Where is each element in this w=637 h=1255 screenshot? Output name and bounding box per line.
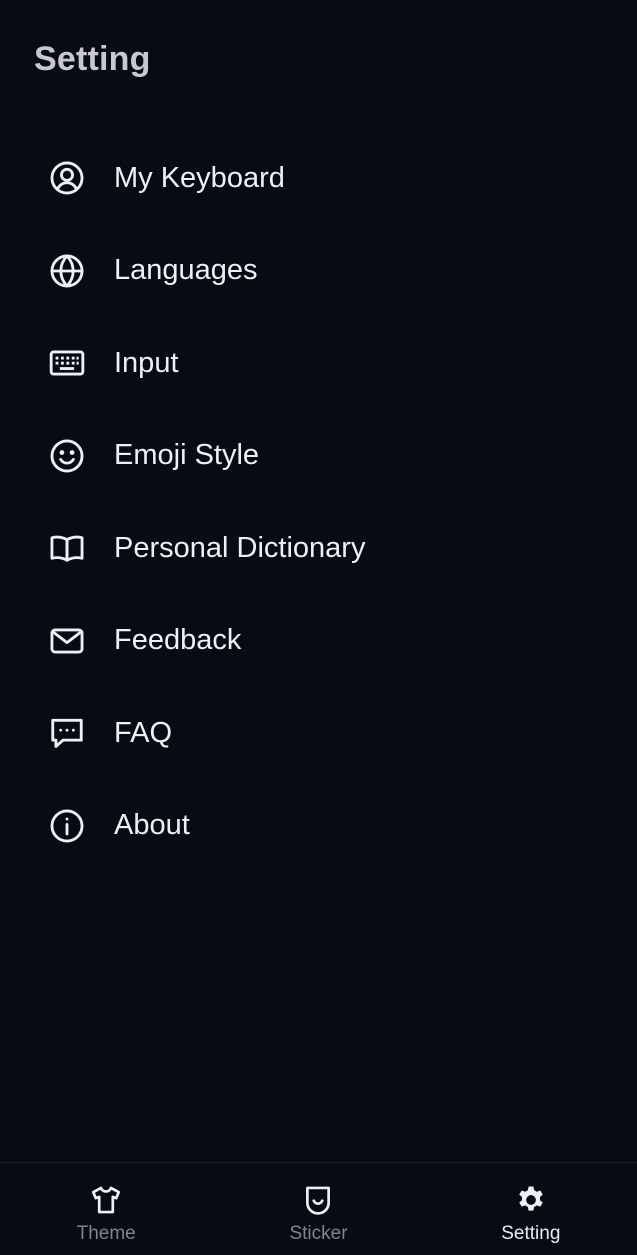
menu-item-about[interactable]: About [0, 780, 637, 873]
user-circle-icon [48, 159, 86, 197]
menu-label: Languages [114, 254, 258, 287]
chat-bubble-icon [48, 714, 86, 752]
menu-item-feedback[interactable]: Feedback [0, 595, 637, 688]
menu-item-faq[interactable]: FAQ [0, 687, 637, 780]
book-icon [48, 529, 86, 567]
envelope-icon [48, 622, 86, 660]
settings-menu: My Keyboard Languages Input Emoji Style … [0, 132, 637, 872]
keyboard-icon [48, 344, 86, 382]
tab-setting[interactable]: Setting [425, 1163, 637, 1255]
menu-item-input[interactable]: Input [0, 317, 637, 410]
tab-label: Setting [501, 1223, 561, 1244]
sticker-icon [301, 1183, 335, 1217]
tab-label: Theme [76, 1223, 136, 1244]
smiley-icon [48, 437, 86, 475]
gear-icon [514, 1183, 548, 1217]
menu-item-emoji-style[interactable]: Emoji Style [0, 410, 637, 503]
menu-label: Feedback [114, 624, 242, 657]
page-title: Setting [34, 40, 151, 78]
tab-sticker[interactable]: Sticker [212, 1163, 424, 1255]
globe-icon [48, 252, 86, 290]
settings-screen: Setting My Keyboard Languages Input Emoj… [0, 0, 637, 1255]
menu-label: My Keyboard [114, 161, 285, 194]
info-icon [48, 807, 86, 845]
t-shirt-icon [89, 1183, 123, 1217]
menu-label: About [114, 809, 190, 842]
tab-theme[interactable]: Theme [0, 1163, 212, 1255]
menu-label: Input [114, 346, 179, 379]
tab-label: Sticker [289, 1223, 348, 1244]
menu-item-personal-dictionary[interactable]: Personal Dictionary [0, 502, 637, 595]
menu-item-my-keyboard[interactable]: My Keyboard [0, 132, 637, 225]
bottom-tab-bar: Theme Sticker Setting [0, 1162, 637, 1255]
menu-item-languages[interactable]: Languages [0, 225, 637, 318]
menu-label: Personal Dictionary [114, 531, 366, 564]
menu-label: FAQ [114, 716, 173, 749]
menu-label: Emoji Style [114, 439, 260, 472]
